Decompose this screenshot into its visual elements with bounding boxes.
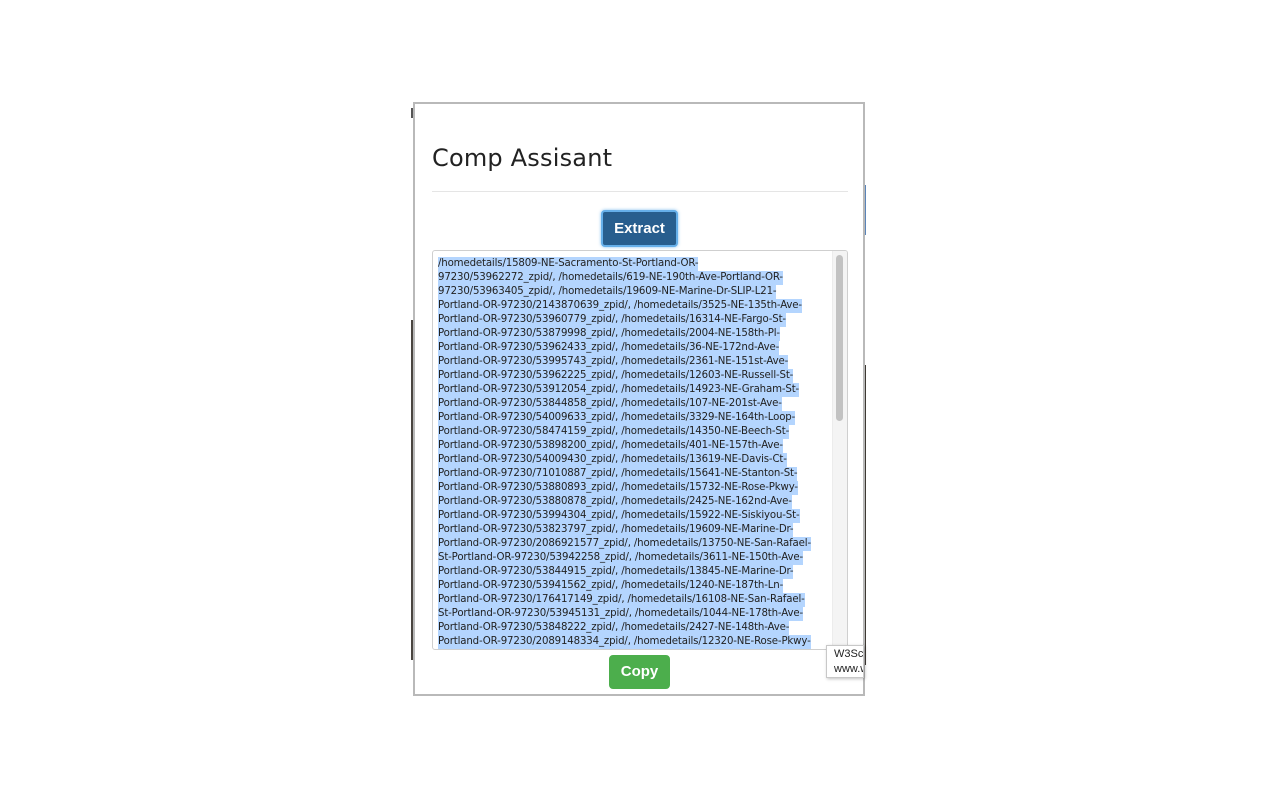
text-line: Portland-OR-97230/2143870639_zpid/, /hom… — [438, 299, 802, 313]
tooltip-line-1: W3Sc — [834, 648, 864, 660]
text-line: Portland-OR-97230/71010887_zpid/, /homed… — [438, 467, 798, 481]
text-line: Portland-OR-97230/2089148334_zpid/, /hom… — [438, 635, 811, 649]
text-line: Portland-OR-97230/58474159_zpid/, /homed… — [438, 425, 790, 439]
scrollbar-thumb[interactable] — [836, 255, 843, 421]
text-line: Portland-OR-97230/53960779_zpid/, /homed… — [438, 313, 786, 327]
text-line: Portland-OR-97230/54009430_zpid/, /homed… — [438, 453, 787, 467]
popup-title: Comp Assisant — [432, 144, 613, 172]
text-line: Portland-OR-97230/53995743_zpid/, /homed… — [438, 355, 789, 369]
text-line: Portland-OR-97230/176417149_zpid/, /home… — [438, 593, 805, 607]
extract-button[interactable]: Extract — [601, 210, 678, 247]
text-line: Portland-OR-97230/53898200_zpid/, /homed… — [438, 439, 783, 453]
text-line: Portland-OR-97230/54009633_zpid/, /homed… — [438, 411, 796, 425]
text-line: Portland-OR-97230/53994304_zpid/, /homed… — [438, 509, 800, 523]
text-line: St-Portland-OR-97230/53942258_zpid/, /ho… — [438, 551, 803, 565]
text-line: Portland-OR-97230/53880878_zpid/, /homed… — [438, 495, 792, 509]
text-line: Portland-OR-97230/2086921577_zpid/, /hom… — [438, 537, 811, 551]
title-divider — [432, 191, 848, 192]
text-line: 97230/53962272_zpid/, /homedetails/619-N… — [438, 271, 783, 285]
text-line: Portland-OR-97230/53844915_zpid/, /homed… — [438, 565, 794, 579]
tooltip-line-2: www.w — [834, 663, 863, 675]
results-text: /homedetails/15809-NE-Sacramento-St-Port… — [438, 257, 830, 649]
text-line: Portland-OR-97230/53844858_zpid/, /homed… — [438, 397, 782, 411]
text-line: Portland-OR-97230/53823797_zpid/, /homed… — [438, 523, 794, 537]
text-line: Portland-OR-97230/53880893_zpid/, /homed… — [438, 481, 798, 495]
tooltip: W3Sc www.w — [826, 645, 864, 678]
text-line: 97230/53963405_zpid/, /homedetails/19609… — [438, 285, 777, 299]
text-line: Portland-OR-97230/53848222_zpid/, /homed… — [438, 621, 790, 635]
text-line: Portland-OR-97230/53879998_zpid/, /homed… — [438, 327, 780, 341]
text-line: /homedetails/15809-NE-Sacramento-St-Port… — [438, 257, 699, 271]
text-line: Portland-OR-97230/53912054_zpid/, /homed… — [438, 383, 800, 397]
results-textarea[interactable]: /homedetails/15809-NE-Sacramento-St-Port… — [432, 250, 848, 650]
copy-button[interactable]: Copy — [609, 655, 670, 689]
text-line: Portland-OR-97230/53941562_zpid/, /homed… — [438, 579, 784, 593]
text-line: St-Portland-OR-97230/53945131_zpid/, /ho… — [438, 607, 803, 621]
comp-assistant-popup: Comp Assisant Extract /homedetails/15809… — [413, 102, 865, 696]
text-line: Portland-OR-97230/53962433_zpid/, /homed… — [438, 341, 780, 355]
text-line: Portland-OR-97230/53962225_zpid/, /homed… — [438, 369, 794, 383]
textarea-scrollbar[interactable] — [832, 251, 847, 649]
